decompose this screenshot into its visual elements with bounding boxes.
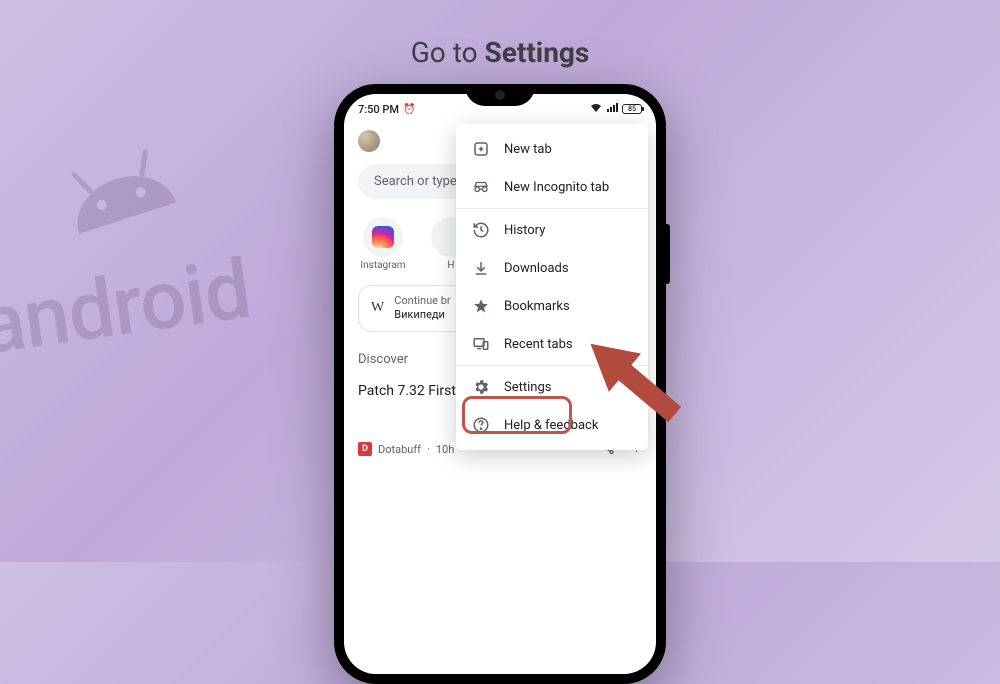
menu-incognito[interactable]: New Incognito tab [456,168,648,206]
menu-recent-tabs[interactable]: Recent tabs [456,325,648,363]
menu-item-label: Settings [504,380,551,395]
menu-divider [456,208,648,209]
phone-frame: 7:50 PM ⏰ 85 Search or type [334,84,666,684]
dotabuff-icon: D [358,442,372,456]
menu-history[interactable]: History [456,211,648,249]
wikipedia-icon: W [371,300,384,316]
menu-divider [456,365,648,366]
menu-downloads[interactable]: Downloads [456,249,648,287]
alarm-icon: ⏰ [403,104,415,115]
menu-item-label: New tab [504,142,552,157]
android-wordmark: android [0,242,256,375]
download-icon [472,259,490,277]
profile-avatar[interactable] [358,130,380,152]
help-icon [472,416,490,434]
star-icon [472,297,490,315]
incognito-icon [472,178,490,196]
menu-item-label: Downloads [504,261,569,276]
menu-new-tab[interactable]: New tab [456,130,648,168]
menu-item-label: Bookmarks [504,299,570,314]
gear-icon [472,378,490,396]
menu-bookmarks[interactable]: Bookmarks [456,287,648,325]
shortcut-instagram[interactable]: Instagram [358,217,408,271]
menu-settings[interactable]: Settings [456,368,648,406]
instruction-text: Go to Settings [411,36,590,69]
overflow-menu: New tab New Incognito tab History Downlo… [456,124,648,450]
menu-help[interactable]: Help & feedback [456,406,648,444]
history-icon [472,221,490,239]
menu-item-label: Recent tabs [504,337,573,352]
battery-icon: 85 [622,104,642,114]
menu-item-label: Help & feedback [504,418,598,433]
instagram-icon [372,226,394,248]
devices-icon [472,335,490,353]
phone-notch [465,84,535,106]
status-time: 7:50 PM [358,103,399,116]
menu-item-label: History [504,223,545,238]
signal-icon [606,103,618,116]
wifi-icon [590,103,602,116]
phone-screen: 7:50 PM ⏰ 85 Search or type [344,94,656,674]
plus-square-icon [472,140,490,158]
menu-item-label: New Incognito tab [504,180,609,195]
